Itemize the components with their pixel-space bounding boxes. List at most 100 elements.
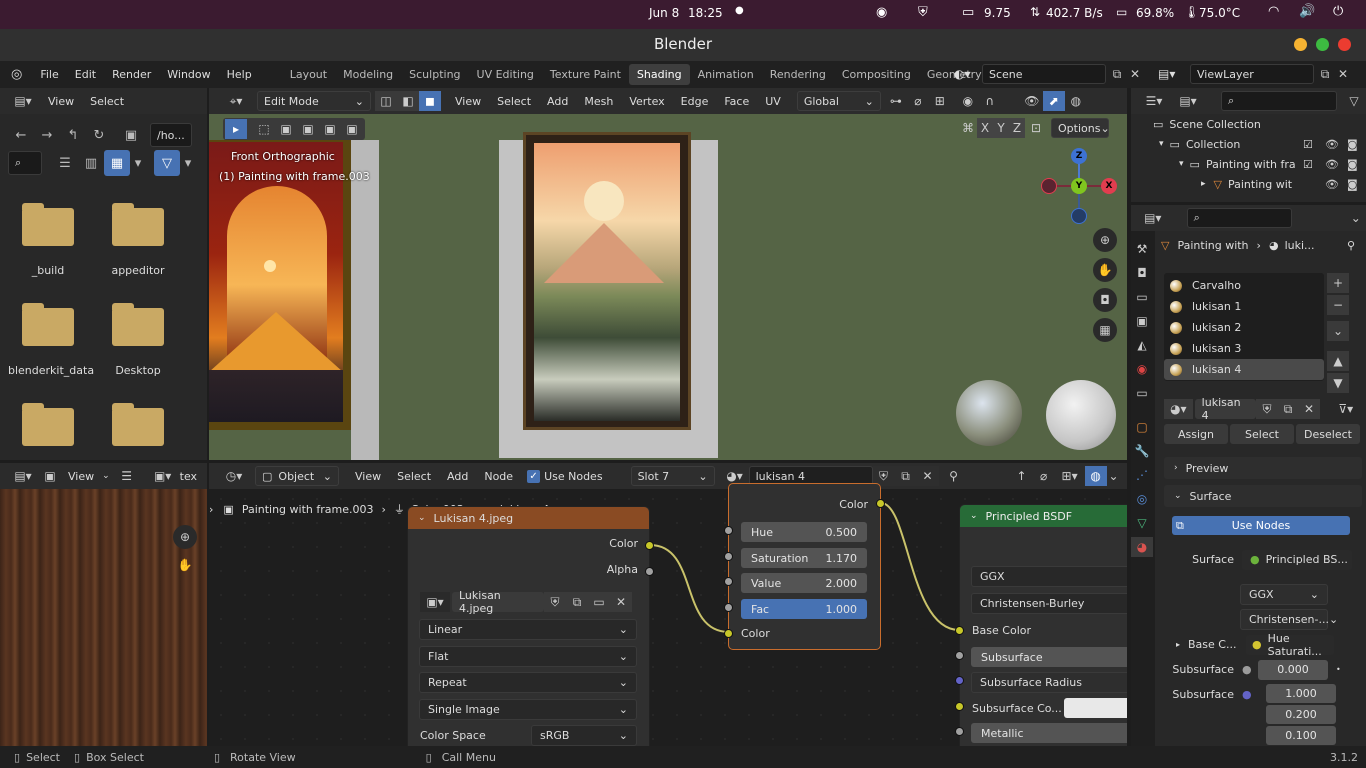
- saturation-field[interactable]: Saturation 1.170: [741, 548, 867, 568]
- fac-field[interactable]: Fac 1.000: [741, 599, 867, 619]
- options-dropdown[interactable]: Options ⌄: [1051, 118, 1110, 138]
- file-item[interactable]: Desktop: [98, 303, 178, 377]
- sss-method-dropdown[interactable]: Christensen-... ⌄: [1240, 609, 1338, 630]
- alpha-output-socket[interactable]: [645, 567, 654, 576]
- move-up-icon[interactable]: ▲: [1327, 351, 1349, 371]
- metallic-input-field[interactable]: Metallic: [971, 723, 1127, 743]
- hue-socket[interactable]: [724, 526, 733, 535]
- scene-tab-icon[interactable]: ◭: [1131, 335, 1153, 355]
- new-folder-icon[interactable]: ▣: [118, 122, 144, 148]
- socket-icon[interactable]: ●: [1242, 688, 1258, 701]
- move-down-icon[interactable]: ▼: [1327, 373, 1349, 393]
- pan-hand-icon[interactable]: ✋: [1093, 258, 1117, 282]
- data-tab-icon[interactable]: ▽: [1131, 513, 1153, 533]
- hamburger-menu-icon[interactable]: ☰: [116, 466, 138, 486]
- value-socket[interactable]: [724, 577, 733, 586]
- viewport-menu-face[interactable]: Face: [716, 95, 757, 108]
- viewport-editor-type-icon[interactable]: ⌖▾: [219, 91, 253, 111]
- scene-selector[interactable]: ◐▾ Scene ⧉ ✕: [954, 64, 1142, 84]
- forward-arrow-icon[interactable]: →: [34, 122, 60, 148]
- bsdf-distribution-dropdown[interactable]: GGX: [971, 566, 1127, 587]
- edge-select-icon[interactable]: ◧: [397, 91, 419, 111]
- collection-row[interactable]: ▾ ▭ Collection ☑ 👁 ◙: [1159, 134, 1364, 154]
- viewport-menu-mesh[interactable]: Mesh: [576, 95, 621, 108]
- select-new-icon[interactable]: ⬚: [253, 119, 275, 139]
- browse-material-icon[interactable]: ◕▾: [1164, 399, 1193, 419]
- grid-icon[interactable]: ▦: [1093, 318, 1117, 342]
- select-intersect-icon[interactable]: ▣: [341, 119, 363, 139]
- display-mode-icon[interactable]: ▤▾: [1171, 91, 1205, 111]
- duplicate-icon[interactable]: ⧉: [566, 592, 588, 612]
- list-vertical-icon[interactable]: ☰: [52, 150, 78, 176]
- modifier-tab-icon[interactable]: 🔧: [1131, 441, 1153, 461]
- value-field[interactable]: Value 2.000: [741, 573, 867, 593]
- node-link-icon[interactable]: ⊽▾: [1330, 399, 1362, 419]
- tool-tab-icon[interactable]: ⚒: [1131, 239, 1153, 259]
- render-camera-icon[interactable]: ◙: [1347, 158, 1358, 171]
- bsdf-node-header[interactable]: ⌄ Principled BSDF: [960, 505, 1127, 527]
- hue-field[interactable]: Hue 0.500: [741, 522, 867, 542]
- proportional-edit-icon[interactable]: ◉: [957, 91, 979, 111]
- radius-value-field[interactable]: 0.100: [1266, 726, 1336, 745]
- refresh-icon[interactable]: ↻: [86, 122, 112, 148]
- fb-menu-view[interactable]: View: [40, 95, 82, 108]
- subsurface-radius-input[interactable]: Subsurface Radius: [971, 672, 1127, 693]
- remove-viewlayer-icon[interactable]: ✕: [1336, 64, 1350, 84]
- 3d-viewport[interactable]: ⌖▾ Edit Mode ⌄ ◫ ◧ ◼ View Select Add Mesh Ver…: [209, 88, 1127, 460]
- file-item[interactable]: blenderkit_data: [8, 303, 94, 377]
- render-camera-icon[interactable]: ◙: [1347, 138, 1358, 151]
- interpolation-dropdown[interactable]: Linear ⌄: [419, 619, 637, 640]
- painting-object-row[interactable]: ▸ ▽ Painting wit 👁 ◙: [1201, 174, 1364, 194]
- back-arrow-icon[interactable]: ←: [8, 122, 34, 148]
- select-invert-icon[interactable]: ▣: [319, 119, 341, 139]
- image-node-header[interactable]: ⌄ Lukisan 4.jpeg: [408, 507, 649, 529]
- fake-user-icon[interactable]: ⛨: [1256, 399, 1278, 419]
- unlink-icon[interactable]: ✕: [610, 592, 632, 612]
- filter-icon[interactable]: ▽: [1343, 91, 1365, 111]
- tab-rendering[interactable]: Rendering: [762, 64, 834, 85]
- properties-type-icon[interactable]: ▤▾: [1137, 208, 1169, 228]
- output-tab-icon[interactable]: ▭: [1131, 287, 1153, 307]
- material-tab-icon[interactable]: ◕: [1131, 537, 1153, 557]
- viewport-menu-edge[interactable]: Edge: [673, 95, 717, 108]
- snap-icon[interactable]: ⌀: [907, 91, 929, 111]
- add-slot-icon[interactable]: +: [1327, 273, 1349, 293]
- viewport-menu-select[interactable]: Select: [489, 95, 539, 108]
- material-slot-item[interactable]: Carvalho: [1164, 275, 1324, 296]
- radius-value-field[interactable]: 1.000: [1266, 684, 1336, 703]
- tab-texture-paint[interactable]: Texture Paint: [542, 64, 629, 85]
- slot-specials-icon[interactable]: ⌄: [1327, 321, 1349, 341]
- gizmo-toggle-icon[interactable]: ⬈: [1042, 91, 1065, 111]
- eye-icon[interactable]: 👁: [1325, 158, 1339, 171]
- material-slot-item[interactable]: lukisan 2: [1164, 317, 1324, 338]
- select-button[interactable]: Select: [1230, 424, 1294, 444]
- render-tab-icon[interactable]: ◘: [1131, 263, 1153, 283]
- tab-compositing[interactable]: Compositing: [834, 64, 919, 85]
- image-view-dropdown[interactable]: View: [60, 470, 102, 483]
- preview-panel-header[interactable]: › Preview: [1164, 457, 1362, 479]
- shield-icon[interactable]: ⛨: [918, 5, 928, 20]
- zoom-icon[interactable]: ⊕: [173, 525, 197, 549]
- snap-settings-icon[interactable]: ⊞: [929, 91, 951, 111]
- tab-animation[interactable]: Animation: [690, 64, 762, 85]
- menu-window[interactable]: Window: [159, 68, 218, 81]
- color-output-socket[interactable]: [645, 541, 654, 550]
- gizmo-neg-z[interactable]: [1071, 208, 1087, 224]
- navigation-gizmo[interactable]: Z Y X: [1041, 148, 1117, 224]
- fake-user-icon[interactable]: ⛨: [544, 592, 566, 612]
- power-icon[interactable]: ⏻: [1333, 4, 1343, 19]
- remove-slot-icon[interactable]: −: [1327, 295, 1349, 315]
- fb-search-input[interactable]: ⌕: [8, 151, 42, 175]
- camera-icon[interactable]: ◘: [1093, 288, 1117, 312]
- tab-modeling[interactable]: Modeling: [335, 64, 401, 85]
- thumbnails-icon[interactable]: ▦: [104, 150, 130, 176]
- render-camera-icon[interactable]: ◙: [1347, 178, 1358, 191]
- distribution-dropdown[interactable]: GGX ⌄: [1240, 584, 1328, 605]
- discord-icon[interactable]: ◉: [876, 5, 887, 20]
- principled-bsdf-node[interactable]: ⌄ Principled BSDF GGX Christensen-Burley…: [955, 504, 1127, 746]
- hue-saturation-node[interactable]: Color Hue 0.500 Saturation 1.170 Value 2.00…: [724, 483, 885, 650]
- saturation-socket[interactable]: [724, 552, 733, 561]
- expand-icon[interactable]: ▾: [1159, 139, 1164, 149]
- axis-x-toggle[interactable]: X: [977, 118, 993, 138]
- orientation-dropdown[interactable]: Global ⌄: [796, 91, 881, 111]
